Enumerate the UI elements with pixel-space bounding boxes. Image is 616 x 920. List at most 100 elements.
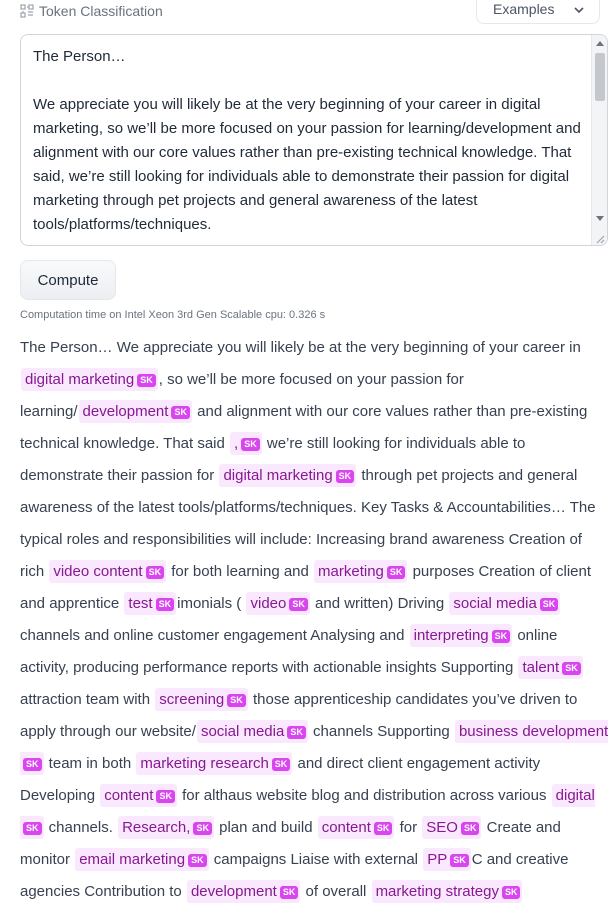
scrollbar-thumb[interactable] [595, 53, 605, 101]
entity-text: digital [555, 787, 595, 804]
output-text: team in both [44, 755, 136, 772]
entity-highlight: content SK [317, 816, 395, 839]
entity-tag: SK [137, 374, 156, 387]
entity-highlight: , SK [230, 432, 262, 455]
entity-tag: SK [491, 630, 511, 643]
entity-text: development [190, 883, 277, 900]
entity-text: development [82, 403, 169, 420]
entity-highlight: email marketing SK [75, 848, 209, 871]
entity-highlight: development SK [78, 400, 192, 423]
entity-text: interpreting [413, 627, 489, 644]
entity-text: social media [200, 723, 285, 740]
entity-tag: SK [450, 854, 469, 867]
resize-handle-icon[interactable] [593, 231, 605, 244]
entity-tag: SK [373, 822, 393, 835]
entity-highlight: digital marketing SK [21, 368, 158, 391]
entity-tag: SK [156, 790, 175, 803]
entity-tag: SK [23, 822, 42, 835]
entity-text: video [250, 595, 287, 612]
output-text: The Person… We appreciate you will likel… [20, 339, 581, 356]
entity-highlight: marketing research SK [136, 752, 293, 775]
output-text: channels Supporting [308, 723, 454, 740]
output-text: for [395, 819, 422, 836]
entity-text: test [128, 595, 153, 612]
entity-text: content [104, 787, 154, 804]
entity-tag: SK [562, 662, 581, 675]
entity-highlight: SEO SK [422, 816, 482, 839]
widget-header: Token Classification Examples [20, 0, 600, 24]
chevron-down-icon [573, 3, 585, 15]
entity-text: talent [522, 659, 560, 676]
entity-highlight: social media SK [449, 592, 561, 615]
entity-tag: SK [23, 758, 42, 771]
entity-highlight: development SK [186, 880, 301, 903]
widget-title: Token Classification [20, 3, 163, 19]
entity-tag: SK [289, 598, 308, 611]
entity-text: digital marketing [223, 467, 333, 484]
entity-tag: SK [227, 694, 246, 707]
entity-text: digital marketing [25, 371, 135, 388]
entity-text: content [321, 819, 371, 836]
output-text: channels. [44, 819, 118, 836]
entity-text: , [234, 435, 239, 452]
classification-output: The Person… We appreciate you will likel… [20, 332, 610, 908]
examples-dropdown[interactable]: Examples [476, 0, 600, 24]
entity-tag: SK [287, 726, 306, 739]
entity-highlight: video content SK [49, 560, 167, 583]
entity-highlight: digital marketing SK [219, 464, 357, 487]
entity-tag: SK [386, 566, 406, 579]
output-text: channels and online customer engagement … [20, 627, 409, 644]
textarea-scrollbar[interactable] [591, 35, 607, 245]
input-text[interactable]: The Person… We appreciate you will likel… [33, 45, 583, 237]
entity-text: business development [458, 723, 609, 740]
output-text: for althaus website blog and distributio… [177, 787, 551, 804]
entity-highlight: test SK [124, 592, 177, 615]
entity-highlight: social media SK [196, 720, 308, 743]
compute-button[interactable]: Compute [20, 260, 116, 300]
entity-highlight: content SK [100, 784, 177, 807]
scroll-down-arrow-icon[interactable] [596, 216, 604, 221]
entity-tag: SK [501, 886, 521, 899]
entity-text: PP [427, 851, 448, 868]
output-text: and written) Driving [310, 595, 449, 612]
entity-highlight: video SK [246, 592, 310, 615]
entity-tag: SK [241, 438, 260, 451]
entity-tag: SK [188, 854, 207, 867]
input-textarea[interactable]: The Person… We appreciate you will likel… [20, 34, 608, 246]
entity-text: SEO [426, 819, 458, 836]
entity-tag: SK [539, 598, 559, 611]
entity-text: screening [159, 691, 225, 708]
entity-tag: SK [193, 822, 212, 835]
entity-text: email marketing [79, 851, 186, 868]
entity-text: marketing research [140, 755, 269, 772]
entity-text: marketing strategy [375, 883, 499, 900]
widget-title-label: Token Classification [39, 3, 163, 19]
output-text: plan and build [214, 819, 317, 836]
entity-highlight: talent SK [518, 656, 583, 679]
examples-label: Examples [493, 0, 555, 17]
entity-tag: SK [171, 406, 190, 419]
output-text: of overall [301, 883, 371, 900]
entity-text: Research, [122, 819, 191, 836]
entity-tag: SK [155, 598, 175, 611]
entity-text: social media [453, 595, 537, 612]
entity-highlight: marketing strategy SK [371, 880, 523, 903]
entity-highlight: Research, SK [118, 816, 214, 839]
entity-text: marketing [318, 563, 384, 580]
entity-highlight: interpreting SK [409, 624, 513, 647]
entity-highlight: PP SK [423, 848, 471, 871]
computation-time: Computation time on Intel Xeon 3rd Gen S… [20, 309, 326, 321]
output-text: campaigns Liaise with external [209, 851, 423, 868]
entity-tag: SK [271, 758, 291, 771]
scroll-up-arrow-icon[interactable] [596, 41, 604, 46]
output-text: imonials ( [177, 595, 246, 612]
entity-tag: SK [279, 886, 299, 899]
output-text: attraction team with [20, 691, 155, 708]
token-classification-icon [20, 4, 34, 18]
output-text: for both learning and [167, 563, 314, 580]
entity-text: video content [53, 563, 143, 580]
entity-tag: SK [460, 822, 480, 835]
entity-highlight: screening SK [155, 688, 248, 711]
entity-tag: SK [145, 566, 165, 579]
entity-highlight: marketing SK [314, 560, 408, 583]
